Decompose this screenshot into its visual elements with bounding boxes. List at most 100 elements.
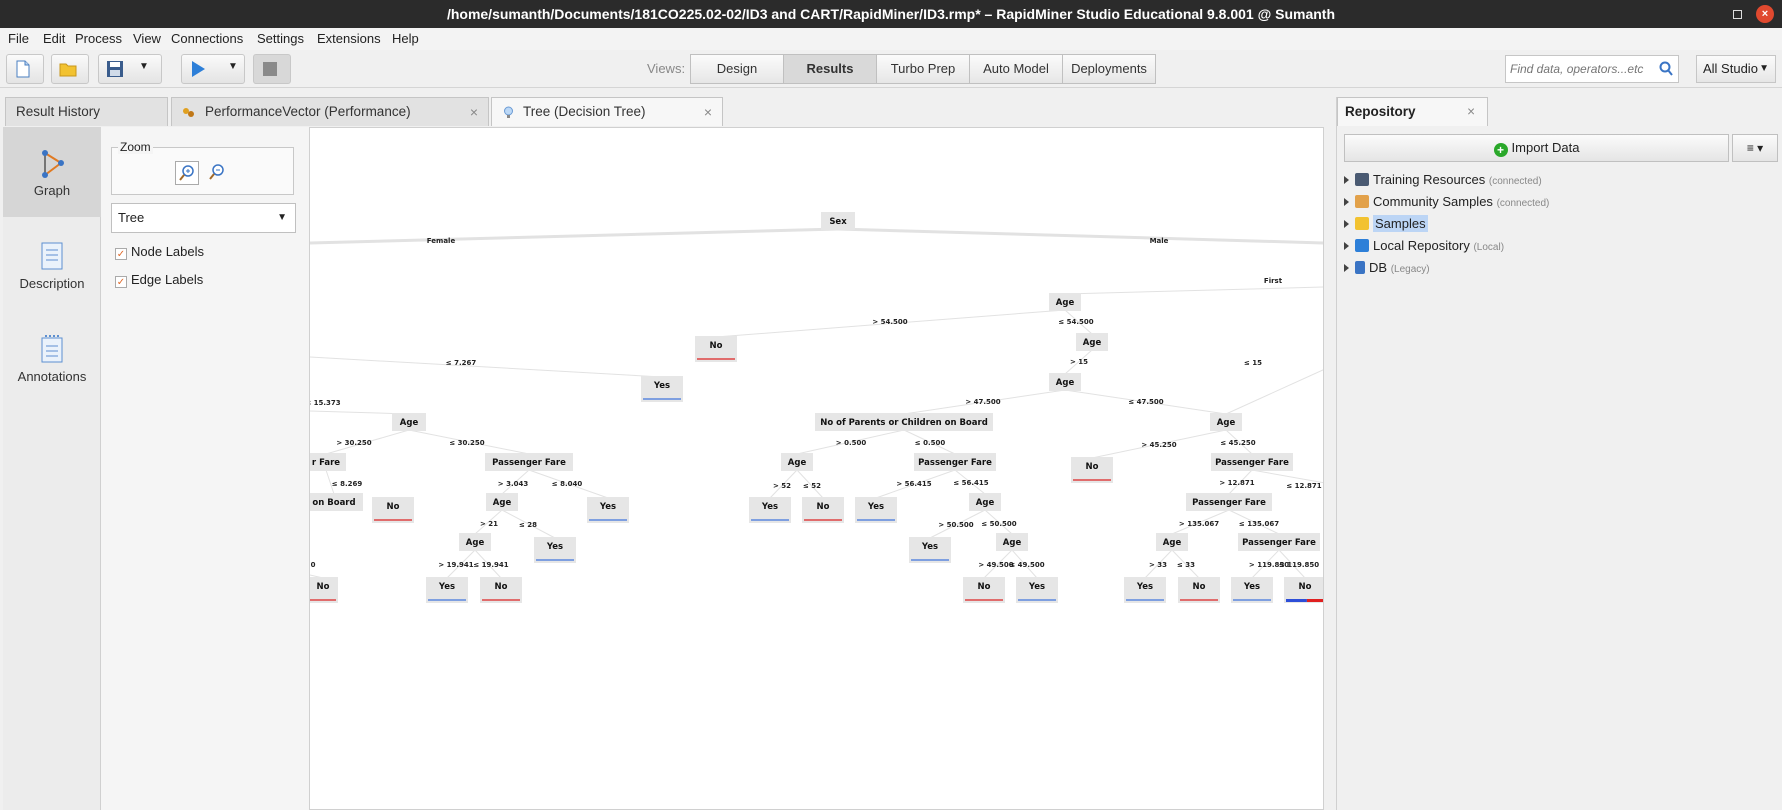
tree-node-label: No [1193, 582, 1206, 592]
nav-annotations[interactable]: Annotations [3, 313, 101, 403]
tree-edge-label: ≤ 8.040 [552, 480, 583, 488]
class-bar-no [310, 599, 336, 601]
tree-node-label: Age [466, 538, 485, 548]
zoom-in-icon [179, 165, 194, 181]
menu-file[interactable]: File [8, 31, 29, 46]
expand-icon[interactable] [1344, 176, 1349, 184]
tree-node-label: Yes [1243, 582, 1260, 592]
class-bar-yes [1286, 599, 1307, 602]
restore-window-icon[interactable] [1733, 10, 1742, 19]
class-bar-yes [911, 559, 949, 561]
global-search [1505, 55, 1679, 83]
open-process-button[interactable] [51, 54, 89, 84]
menu-view[interactable]: View [133, 31, 161, 46]
menu-settings[interactable]: Settings [257, 31, 304, 46]
save-dropdown-icon[interactable]: ▼ [139, 61, 149, 72]
view-results-button[interactable]: Results [783, 54, 877, 84]
run-dropdown-icon[interactable]: ▼ [228, 61, 238, 72]
layout-select[interactable]: Tree ▼ [111, 203, 296, 233]
node-labels-checkbox[interactable]: ✓ Node Labels [115, 244, 204, 260]
close-repository-icon[interactable]: × [1467, 98, 1475, 126]
save-process-button[interactable]: ▼ [98, 54, 162, 84]
tree-edge-label: ≤ 28 [519, 521, 537, 529]
repo-item-local-repository[interactable]: Local Repository (Local) [1344, 236, 1504, 256]
database-icon [1355, 261, 1365, 274]
tab-performance-vector[interactable]: PerformanceVector (Performance) × [171, 97, 489, 126]
new-process-button[interactable] [6, 54, 44, 84]
studio-scope-select[interactable]: All Studio ▼ [1696, 55, 1776, 83]
tree-edge-label: 0 [311, 561, 316, 569]
menu-connections[interactable]: Connections [171, 31, 243, 46]
nav-graph-label: Graph [33, 183, 71, 198]
annotations-icon [41, 335, 63, 363]
nav-graph[interactable]: Graph [3, 127, 101, 217]
tree-node-label: Passenger Fare [1215, 458, 1289, 468]
repo-item-db[interactable]: DB (Legacy) [1344, 258, 1430, 278]
expand-icon[interactable] [1344, 220, 1349, 228]
class-bar-no [965, 599, 1003, 601]
close-tab-performance-icon[interactable]: × [470, 98, 478, 126]
tree-edge-label: > 45.250 [1141, 441, 1176, 449]
repo-item-samples[interactable]: Samples [1344, 214, 1428, 234]
lightbulb-icon [504, 106, 513, 118]
zoom-out-button[interactable] [206, 161, 230, 185]
tree-node-label: No [1086, 462, 1099, 472]
close-window-button[interactable]: × [1756, 5, 1774, 23]
zoom-group: Zoom [111, 140, 294, 195]
repository-menu-button[interactable]: ≡ ▾ [1732, 134, 1778, 162]
tab-repository[interactable]: Repository × [1337, 97, 1488, 126]
stop-process-button[interactable] [253, 54, 291, 84]
search-input[interactable] [1506, 56, 1646, 82]
expand-icon[interactable] [1344, 198, 1349, 206]
graph-icon [42, 150, 64, 178]
tree-edge-label: > 135.067 [1179, 520, 1219, 528]
class-bar-yes [643, 398, 681, 400]
class-bar-no [1306, 599, 1323, 602]
chevron-down-icon: ▼ [1759, 63, 1769, 74]
view-design-button[interactable]: Design [690, 54, 784, 84]
save-process-icon [107, 61, 123, 77]
menu-extensions[interactable]: Extensions [317, 31, 381, 46]
tree-node-label: No [387, 502, 400, 512]
tab-decision-tree[interactable]: Tree (Decision Tree) × [491, 97, 723, 126]
class-bar-yes [589, 519, 627, 521]
menu-help[interactable]: Help [392, 31, 419, 46]
tree-node-label: Sex [829, 217, 847, 227]
zoom-in-button[interactable] [175, 161, 199, 185]
search-icon[interactable] [1658, 61, 1674, 77]
window-title: /home/sumanth/Documents/181CO225.02-02/I… [446, 6, 1336, 22]
tree-node-label: Yes [438, 582, 455, 592]
edge-labels-checkbox[interactable]: ✓ Edge Labels [115, 272, 203, 288]
edge-labels-label: Edge Labels [131, 272, 204, 287]
menu-edit[interactable]: Edit [43, 31, 65, 46]
run-process-button[interactable]: ▼ [181, 54, 245, 84]
tree-node-label: Age [1056, 298, 1075, 308]
menu-process[interactable]: Process [75, 31, 122, 46]
checkmark-icon: ✓ [115, 248, 127, 260]
import-data-button[interactable]: + Import Data [1344, 134, 1729, 162]
repo-item-note: (Legacy) [1390, 264, 1430, 275]
tree-graph-canvas[interactable]: Female Male First > 54.500 ≤ 54.500 ≤ 7.267 > … [309, 127, 1324, 810]
view-turbo-prep-button[interactable]: Turbo Prep [876, 54, 970, 84]
tree-edge-label: > 12.871 [1219, 479, 1254, 487]
decision-tree-graph[interactable]: Female Male First > 54.500 ≤ 54.500 ≤ 7.267 > … [310, 128, 1324, 810]
view-auto-model-button[interactable]: Auto Model [969, 54, 1063, 84]
view-deployments-button[interactable]: Deployments [1062, 54, 1156, 84]
tree-node-label: Age [1083, 338, 1102, 348]
tree-edge-label: > 0.500 [836, 439, 867, 447]
class-bar-yes [1233, 599, 1271, 601]
tree-node-label: Passenger Fare [918, 458, 992, 468]
tree-edge-label: ≤ 47.500 [1128, 398, 1163, 406]
close-tab-tree-icon[interactable]: × [704, 98, 712, 126]
tree-node-label: Yes [1136, 582, 1153, 592]
tree-node-label: Yes [1028, 582, 1045, 592]
expand-icon[interactable] [1344, 242, 1349, 250]
expand-icon[interactable] [1344, 264, 1349, 272]
repo-item-training-resources[interactable]: Training Resources (connected) [1344, 170, 1542, 190]
repo-item-community-samples[interactable]: Community Samples (connected) [1344, 192, 1549, 212]
tree-edge-label: > 3.043 [498, 480, 529, 488]
tab-result-history[interactable]: Result History [5, 97, 168, 126]
tree-node-label: r Fare [312, 458, 340, 468]
nav-description[interactable]: Description [3, 220, 101, 310]
tree-edge [837, 227, 1323, 245]
